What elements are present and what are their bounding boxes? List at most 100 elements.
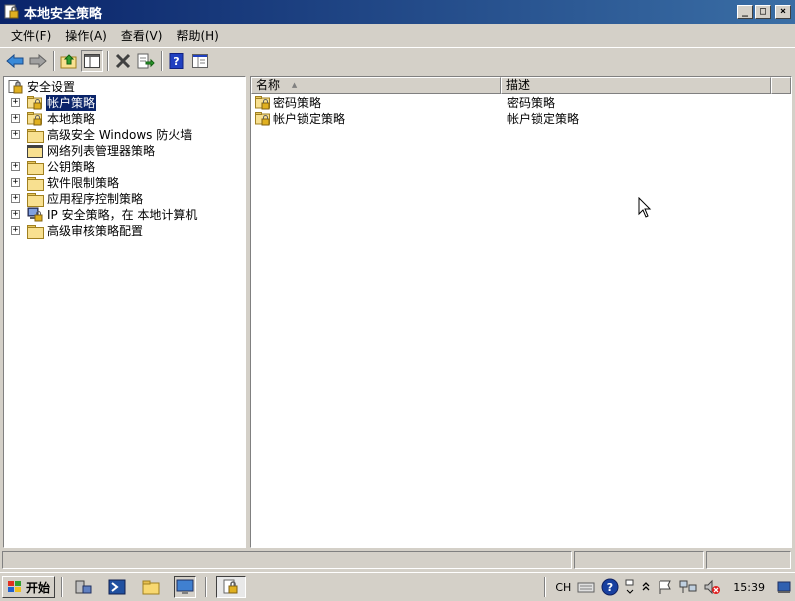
properties-button[interactable] — [189, 50, 211, 72]
tree-item-label: 网络列表管理器策略 — [47, 144, 156, 158]
menu-action[interactable]: 操作(A) — [58, 26, 114, 46]
security-settings-icon — [8, 80, 24, 94]
keyboard-icon[interactable] — [577, 580, 595, 594]
column-header-label: 描述 — [506, 78, 531, 92]
folder-icon — [27, 193, 44, 207]
quicklaunch-desktop[interactable] — [174, 576, 197, 598]
tree-root-label: 安全设置 — [27, 80, 76, 94]
window-title: 本地安全策略 — [24, 6, 103, 22]
sort-ascending-icon: ▲ — [291, 81, 298, 89]
folder-lock-icon — [255, 96, 271, 110]
server-manager-icon — [75, 580, 92, 594]
folder-icon — [27, 161, 44, 175]
menu-view[interactable]: 查看(V) — [114, 26, 170, 46]
properties-icon — [192, 54, 208, 68]
back-button[interactable] — [4, 50, 26, 72]
security-policy-icon — [223, 579, 238, 594]
forward-icon — [29, 54, 47, 68]
show-desktop-icon[interactable] — [777, 580, 791, 594]
volume-muted-icon[interactable] — [703, 579, 721, 595]
tray-separator — [544, 577, 547, 597]
expand-toggle[interactable]: + — [11, 130, 20, 139]
expand-toggle[interactable]: + — [11, 210, 20, 219]
list-item-name: 密码策略 — [273, 96, 322, 110]
list-item[interactable]: 密码策略 密码策略 — [251, 95, 791, 111]
quicklaunch-explorer[interactable] — [140, 576, 162, 598]
clock[interactable]: 15:39 — [733, 581, 765, 594]
desktop-monitor-icon — [176, 579, 194, 594]
list-item-description: 帐户锁定策略 — [507, 112, 580, 126]
toolbar-separator — [107, 51, 109, 71]
back-icon — [6, 54, 24, 68]
minimize-button[interactable]: _ — [737, 5, 753, 19]
expand-toggle[interactable]: + — [11, 178, 20, 187]
folder-icon — [27, 129, 44, 143]
column-header-description[interactable]: 描述 — [501, 77, 771, 94]
folder-lock-icon — [255, 112, 271, 126]
list-item[interactable]: 帐户锁定策略 帐户锁定策略 — [251, 111, 791, 127]
expand-toggle[interactable]: + — [11, 226, 20, 235]
system-tray: CH ? 15:39 — [541, 575, 795, 599]
start-button[interactable]: 开始 — [2, 576, 56, 598]
language-indicator[interactable]: CH — [555, 581, 571, 594]
maximize-button[interactable]: □ — [755, 5, 771, 19]
menu-file[interactable]: 文件(F) — [4, 26, 58, 46]
windows-logo-icon — [8, 581, 21, 592]
taskbar-separator — [205, 577, 208, 597]
list-pane[interactable]: 名称 ▲ 描述 密码策略 密码策略 帐户锁定策略 帐户锁定策略 — [250, 76, 792, 548]
tree-item-label: 帐户策略 — [46, 95, 97, 111]
expand-toggle[interactable]: + — [11, 162, 20, 171]
show-hide-tree-button[interactable] — [81, 50, 103, 72]
svg-text:?: ? — [607, 581, 613, 594]
tree-item-label: 本地策略 — [47, 112, 96, 126]
column-header-label: 名称 — [256, 78, 281, 92]
help-button[interactable]: ? — [166, 50, 188, 72]
chevron-up-icon[interactable] — [641, 580, 651, 594]
mouse-cursor-icon — [638, 197, 652, 218]
help-icon: ? — [169, 53, 184, 69]
folder-icon — [27, 177, 44, 191]
flag-icon[interactable] — [657, 579, 673, 595]
help-circle-icon[interactable]: ? — [601, 578, 619, 596]
taskbar-window-local-security-policy[interactable] — [216, 576, 247, 598]
ipsec-icon — [27, 207, 43, 222]
quicklaunch-powershell[interactable] — [106, 576, 128, 598]
toolbar-separator — [161, 51, 163, 71]
ime-options-icon[interactable] — [625, 578, 635, 596]
toolbar-separator — [53, 51, 55, 71]
up-one-level-button[interactable] — [58, 50, 80, 72]
folder-icon — [27, 145, 43, 159]
column-header-filler — [771, 77, 791, 94]
menu-help[interactable]: 帮助(H) — [169, 26, 225, 46]
tree-item-label: 公钥策略 — [47, 160, 96, 174]
tree-item-label: 软件限制策略 — [47, 176, 120, 190]
taskbar: 开始 CH ? 15:39 — [0, 572, 795, 601]
expand-toggle[interactable]: + — [11, 114, 20, 123]
column-header-name[interactable]: 名称 ▲ — [251, 77, 501, 94]
status-cell-tertiary — [706, 551, 791, 569]
explorer-folder-icon — [142, 580, 160, 595]
tree-item-label: 应用程序控制策略 — [47, 192, 144, 206]
list-item-name: 帐户锁定策略 — [273, 112, 346, 126]
delete-icon — [115, 53, 131, 69]
toolbar: ? — [0, 47, 795, 74]
security-policy-icon — [4, 4, 20, 20]
expand-toggle[interactable]: + — [11, 194, 20, 203]
close-button[interactable]: × — [775, 5, 791, 19]
delete-button[interactable] — [112, 50, 134, 72]
tree-item-label: IP 安全策略，在 本地计算机 — [47, 208, 198, 222]
list-item-description: 密码策略 — [507, 96, 556, 110]
title-bar[interactable]: 本地安全策略 _ □ × — [0, 0, 795, 24]
svg-text:?: ? — [173, 55, 179, 68]
status-cell-main — [2, 551, 572, 569]
quicklaunch-server-manager[interactable] — [72, 576, 94, 598]
export-list-button[interactable] — [135, 50, 157, 72]
tree-item-label: 高级安全 Windows 防火墙 — [47, 128, 193, 142]
tree-pane[interactable]: 安全设置 + 帐户策略 + 本地策略 + 高级安全 Windows 防火墙 网络… — [3, 76, 246, 548]
forward-button[interactable] — [27, 50, 49, 72]
folder-icon — [27, 225, 44, 239]
expand-toggle[interactable]: + — [11, 98, 20, 107]
up-folder-icon — [60, 54, 77, 69]
folder-lock-icon — [27, 112, 43, 126]
network-icon[interactable] — [679, 579, 697, 595]
